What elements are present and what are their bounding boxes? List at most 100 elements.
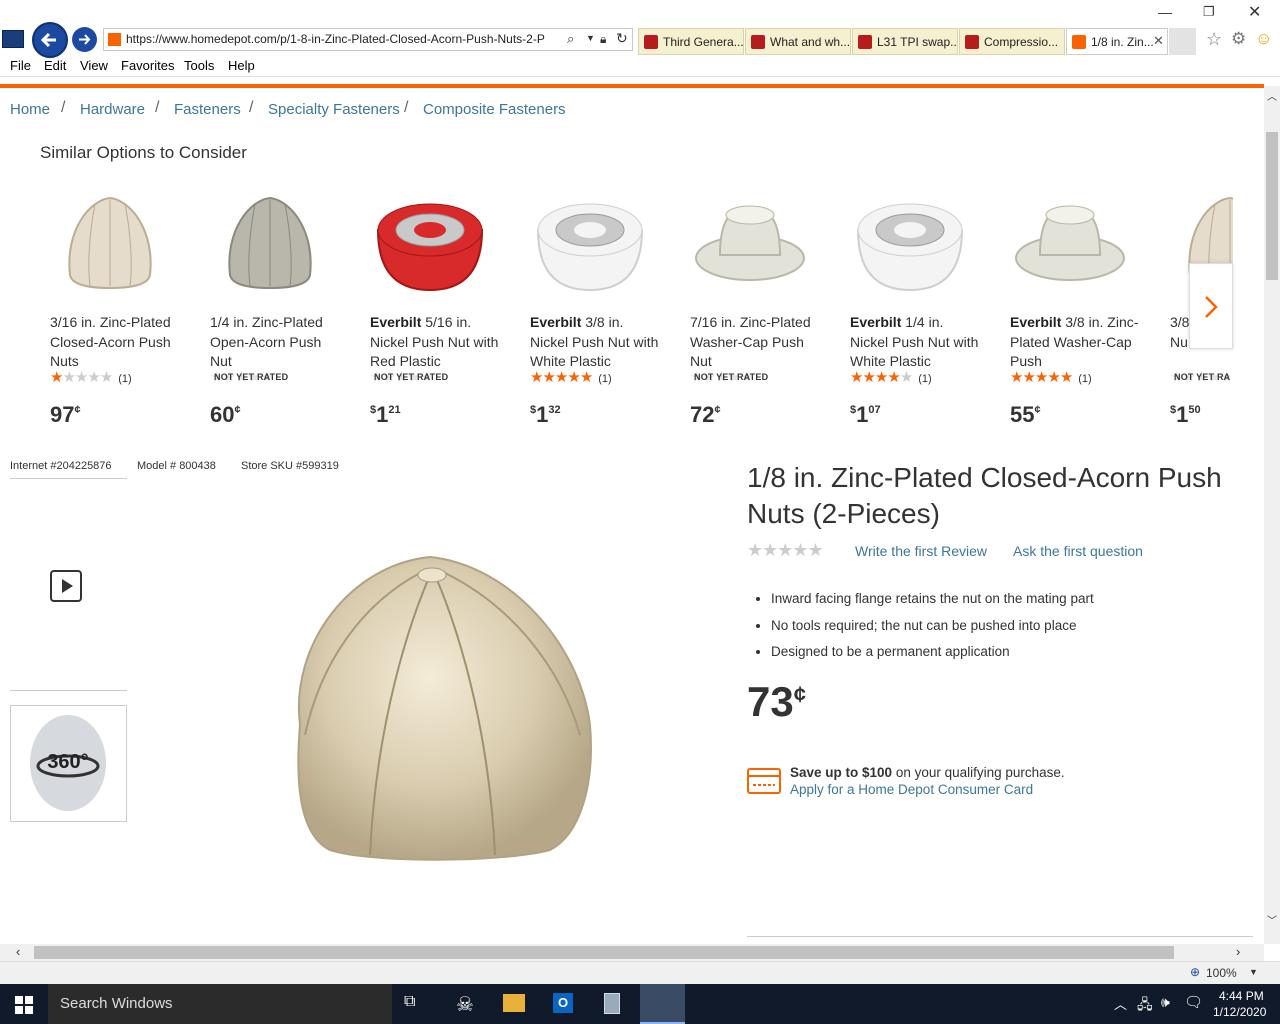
breadcrumb-hardware[interactable]: Hardware (80, 101, 145, 118)
outlook-icon[interactable]: O (553, 993, 573, 1013)
product-price: 73¢ (747, 678, 806, 726)
tab-favicon-icon (1072, 35, 1086, 49)
similar-heading: Similar Options to Consider (40, 143, 247, 162)
price-unit: ¢ (793, 682, 806, 707)
zoom-dropdown-icon[interactable]: ▼ (1249, 967, 1258, 977)
menu-favorites[interactable]: Favorites (121, 58, 174, 73)
task-view-icon[interactable]: ⧉ (404, 993, 415, 1011)
close-tab-icon[interactable]: ✕ (1153, 33, 1164, 49)
notifications-icon[interactable]: 🗨︎ (1184, 993, 1203, 1011)
minimize-button[interactable]: — (1158, 4, 1172, 20)
menu-tools[interactable]: Tools (184, 58, 214, 73)
app-icon-skull[interactable]: ☠ (456, 992, 474, 1017)
breadcrumb-fasteners[interactable]: Fasteners (174, 101, 241, 118)
dropdown-icon[interactable]: ▼ (586, 33, 595, 43)
price-cents: 07 (868, 404, 881, 416)
ask-question-link[interactable]: Ask the first question (1013, 543, 1143, 559)
file-explorer-icon[interactable] (503, 994, 525, 1012)
similar-item-price: $132 (530, 402, 561, 428)
volume-icon[interactable]: 🕪︎ (1161, 994, 1170, 1011)
smiley-icon[interactable]: ☺ (1255, 29, 1272, 49)
new-tab-button[interactable] (1169, 28, 1196, 55)
review-count: (1) (1078, 373, 1092, 385)
currency-symbol: $ (370, 404, 377, 416)
similar-item-price: $121 (370, 402, 401, 428)
similar-item-stars: ★★★★★ (1) (530, 368, 612, 386)
favorites-star-icon[interactable]: ☆ (1206, 29, 1222, 50)
address-bar[interactable]: https://www.homedepot.com/p/1-8-in-Zinc-… (103, 28, 633, 51)
arrow-right-icon (79, 34, 91, 45)
not-yet-rated-label: NOT YET RA (1174, 372, 1231, 382)
breadcrumb-specialty-fasteners[interactable]: Specialty Fasteners (268, 101, 400, 118)
similar-item-title[interactable]: 1/4 in. Zinc-Plated Open-Acorn Push Nut (210, 313, 340, 372)
spin-360-thumbnail[interactable]: 360° (10, 705, 127, 822)
calculator-icon[interactable] (604, 993, 620, 1014)
video-thumbnail[interactable] (50, 570, 82, 602)
review-count: (1) (598, 373, 612, 385)
similar-item-image[interactable] (690, 190, 810, 300)
url-text: https://www.homedepot.com/p/1-8-in-Zinc-… (126, 32, 545, 46)
write-review-link[interactable]: Write the first Review (855, 543, 987, 559)
scroll-down-icon[interactable]: ﹀ (1267, 912, 1277, 927)
lock-icon[interactable]: 🔒︎ (600, 32, 606, 47)
gear-icon[interactable]: ⚙ (1231, 29, 1246, 49)
breadcrumb-composite-fasteners[interactable]: Composite Fasteners (423, 101, 566, 118)
menu-help[interactable]: Help (228, 58, 255, 73)
vertical-scrollbar[interactable]: ︿ ﹀ (1264, 86, 1280, 944)
forward-button[interactable] (72, 27, 97, 52)
tab-2[interactable]: What and wh... (745, 28, 851, 55)
star-filled-icon: ★ (1022, 369, 1035, 386)
menu-edit[interactable]: Edit (44, 58, 66, 73)
taskbar-search[interactable]: Search Windows (48, 984, 392, 1024)
similar-item-image[interactable] (850, 190, 970, 300)
tab-favicon-icon (965, 35, 979, 49)
menu-view[interactable]: View (80, 58, 108, 73)
horizontal-scroll-thumb[interactable] (34, 946, 1174, 959)
similar-item-title[interactable]: Everbilt 5/16 in. Nickel Push Nut with R… (370, 313, 500, 372)
restore-button[interactable]: ❐ (1203, 4, 1215, 20)
cent-symbol: ¢ (74, 404, 81, 416)
browser-taskbar-icon[interactable] (640, 984, 685, 1024)
similar-item-name: 7/16 in. Zinc-Plated Washer-Cap Push Nut (690, 314, 811, 369)
similar-item-image[interactable] (1010, 190, 1130, 300)
windows-start-icon[interactable] (15, 996, 33, 1014)
similar-item-title[interactable]: 7/16 in. Zinc-Plated Washer-Cap Push Nut (690, 313, 820, 372)
breadcrumb-home[interactable]: Home (10, 101, 50, 118)
show-hidden-icons[interactable]: ︿ (1114, 994, 1127, 1013)
star-empty-icon: ★ (62, 369, 75, 386)
back-button[interactable] (32, 22, 68, 58)
zoom-level[interactable]: 100% (1206, 966, 1237, 980)
similar-item-image[interactable] (370, 190, 490, 300)
card-promo: Save up to $100 on your qualifying purch… (790, 765, 1065, 780)
similar-item-title[interactable]: Everbilt 1/4 in. Nickel Push Nut with Wh… (850, 313, 980, 372)
clock-time[interactable]: 4:44 PM (1219, 989, 1264, 1003)
refresh-icon[interactable]: ↻ (616, 30, 628, 47)
similar-item-title[interactable]: Everbilt 3/8 in. Zinc-Plated Washer-Cap … (1010, 313, 1140, 372)
breadcrumb-separator: / (404, 99, 409, 116)
horizontal-scrollbar[interactable]: ‹ › (0, 944, 1264, 961)
clock-date[interactable]: 1/12/2020 (1213, 1005, 1266, 1019)
price-cents: 97 (50, 402, 75, 427)
product-image[interactable] (250, 545, 610, 875)
vertical-scroll-thumb[interactable] (1266, 132, 1278, 280)
apply-card-link[interactable]: Apply for a Home Depot Consumer Card (790, 782, 1033, 797)
search-icon[interactable]: ⌕ (567, 31, 574, 47)
similar-item-image[interactable] (50, 190, 170, 300)
scroll-up-icon[interactable]: ︿ (1267, 88, 1277, 103)
scroll-left-icon[interactable]: ‹ (16, 944, 20, 959)
carousel-next-button[interactable] (1189, 263, 1233, 349)
similar-item-title[interactable]: Everbilt 3/8 in. Nickel Push Nut with Wh… (530, 313, 660, 372)
close-window-button[interactable]: ✕ (1248, 2, 1261, 22)
similar-item-image[interactable] (210, 190, 330, 300)
network-icon[interactable]: 🖧︎ (1137, 994, 1153, 1018)
tab-3[interactable]: L31 TPI swap... (852, 28, 958, 55)
zoom-icon: ⊕ (1190, 965, 1201, 979)
similar-item-title[interactable]: 3/16 in. Zinc-Plated Closed-Acorn Push N… (50, 313, 180, 372)
menu-file[interactable]: File (10, 58, 31, 73)
tab-4[interactable]: Compressio... (959, 28, 1065, 55)
price-cents: 55 (1010, 402, 1035, 427)
tab-1[interactable]: Third Genera... (638, 28, 744, 55)
similar-item-image[interactable] (530, 190, 650, 300)
scroll-right-icon[interactable]: › (1236, 944, 1240, 959)
product-rating-stars: ★★★★★ (747, 540, 824, 560)
